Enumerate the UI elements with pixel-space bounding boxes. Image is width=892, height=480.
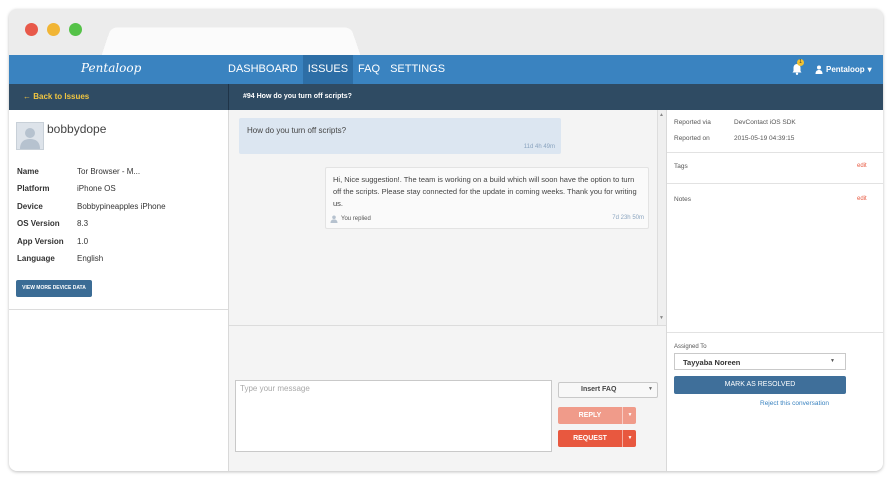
info-value: 8.3	[77, 219, 89, 228]
request-split-button: REQUEST ▼	[558, 430, 636, 447]
user-icon	[815, 65, 823, 74]
info-label: OS Version	[17, 219, 60, 228]
scroll-down-icon[interactable]: ▼	[659, 315, 664, 321]
message-timestamp: 11d 4h 49m	[523, 144, 555, 150]
reply-text: Hi, Nice suggestion!. The team is workin…	[333, 175, 637, 208]
reported-via-label: Reported via	[674, 119, 711, 126]
avatar-placeholder-icon	[20, 128, 40, 149]
reply-button[interactable]: REPLY	[558, 407, 622, 424]
request-button[interactable]: REQUEST	[558, 430, 622, 447]
assignee-dropdown[interactable]: Tayyaba Noreen ▼	[674, 353, 846, 370]
chevron-down-icon: ▼	[648, 386, 653, 392]
info-value: 1.0	[77, 237, 89, 246]
nav-settings[interactable]: SETTINGS	[385, 55, 450, 84]
chevron-down-icon: ▼	[830, 358, 835, 364]
app-container: Pentaloop DASHBOARD ISSUES FAQ SETTINGS …	[9, 55, 883, 471]
divider	[229, 325, 666, 326]
main-nav: DASHBOARD ISSUES FAQ SETTINGS	[223, 55, 450, 84]
nav-issues[interactable]: ISSUES	[302, 55, 354, 84]
info-value: Tor Browser - M...	[77, 167, 141, 176]
nav-faq[interactable]: FAQ	[353, 55, 385, 84]
maximize-window-button[interactable]	[69, 23, 82, 36]
assigned-to-label: Assigned To	[674, 344, 707, 350]
notes-label: Notes	[674, 196, 691, 203]
message-input[interactable]	[235, 380, 552, 452]
divider	[667, 152, 883, 153]
username: bobbydope	[47, 122, 107, 136]
info-label: App Version	[17, 237, 64, 246]
top-navbar: Pentaloop DASHBOARD ISSUES FAQ SETTINGS …	[9, 55, 883, 84]
reply-options-icon[interactable]: ▼	[622, 407, 637, 424]
scroll-up-icon[interactable]: ▲	[659, 112, 664, 118]
user-name: Pentaloop	[826, 65, 865, 74]
reply-author-label: You replied	[341, 216, 371, 222]
reply-timestamp: 7d 23h 50m	[612, 215, 644, 221]
user-menu[interactable]: Pentaloop ▾	[815, 55, 872, 84]
info-value: English	[77, 254, 104, 263]
conversation-panel: How do you turn off scripts? 11d 4h 49m …	[229, 110, 666, 471]
user-icon	[330, 215, 338, 223]
view-more-device-data-button[interactable]: VIEW MORE DEVICE DATA	[16, 280, 92, 297]
reported-on-label: Reported on	[674, 135, 710, 142]
tags-label: Tags	[674, 163, 688, 170]
divider	[667, 183, 883, 184]
mark-as-resolved-button[interactable]: MARK AS RESOLVED	[674, 376, 846, 394]
reported-via-value: DevContact iOS SDK	[734, 119, 796, 126]
window-controls	[25, 23, 82, 36]
info-label: Name	[17, 167, 39, 176]
info-value: Bobbypineapples iPhone	[77, 202, 166, 211]
insert-faq-dropdown[interactable]: Insert FAQ ▼	[558, 382, 658, 398]
divider	[9, 309, 228, 310]
reject-conversation-link[interactable]: Reject this conversation	[760, 400, 829, 407]
insert-faq-label: Insert FAQ	[581, 386, 617, 393]
info-label: Platform	[17, 184, 50, 193]
customer-message: How do you turn off scripts? 11d 4h 49m	[239, 118, 561, 154]
ticket-title: #94 How do you turn off scripts?	[243, 93, 352, 100]
notification-badge: 1	[797, 59, 804, 66]
info-value: iPhone OS	[77, 184, 116, 193]
edit-tags-link[interactable]: edit	[857, 163, 867, 169]
agent-reply: Hi, Nice suggestion!. The team is workin…	[325, 167, 649, 229]
message-thread[interactable]: How do you turn off scripts? 11d 4h 49m …	[229, 110, 666, 325]
minimize-window-button[interactable]	[47, 23, 60, 36]
reported-on-value: 2015-05-19 04:39:15	[734, 135, 795, 142]
browser-tab[interactable]	[101, 27, 361, 57]
back-to-issues-link[interactable]: ← Back to Issues	[23, 84, 89, 110]
user-profile-panel: bobbydope Name Tor Browser - M... Platfo…	[9, 110, 229, 471]
browser-window: Pentaloop DASHBOARD ISSUES FAQ SETTINGS …	[9, 9, 883, 471]
close-window-button[interactable]	[25, 23, 38, 36]
brand-logo[interactable]: Pentaloop	[81, 61, 141, 75]
request-options-icon[interactable]: ▼	[622, 430, 637, 447]
sub-header: ← Back to Issues #94 How do you turn off…	[9, 84, 883, 110]
reply-author: You replied	[330, 215, 371, 223]
divider	[667, 332, 883, 333]
info-label: Language	[17, 254, 55, 263]
info-label: Device	[17, 202, 43, 211]
edit-notes-link[interactable]: edit	[857, 196, 867, 202]
message-text: How do you turn off scripts?	[247, 126, 347, 135]
scrollbar[interactable]: ▲ ▼	[657, 110, 666, 325]
subbar-divider	[228, 84, 229, 110]
chevron-down-icon: ▾	[867, 65, 872, 74]
avatar	[16, 122, 44, 150]
nav-dashboard[interactable]: DASHBOARD	[223, 55, 303, 84]
ticket-details-panel: Reported via DevContact iOS SDK Reported…	[666, 110, 883, 471]
reply-split-button: REPLY ▼	[558, 407, 636, 424]
assignee-name: Tayyaba Noreen	[683, 358, 741, 367]
